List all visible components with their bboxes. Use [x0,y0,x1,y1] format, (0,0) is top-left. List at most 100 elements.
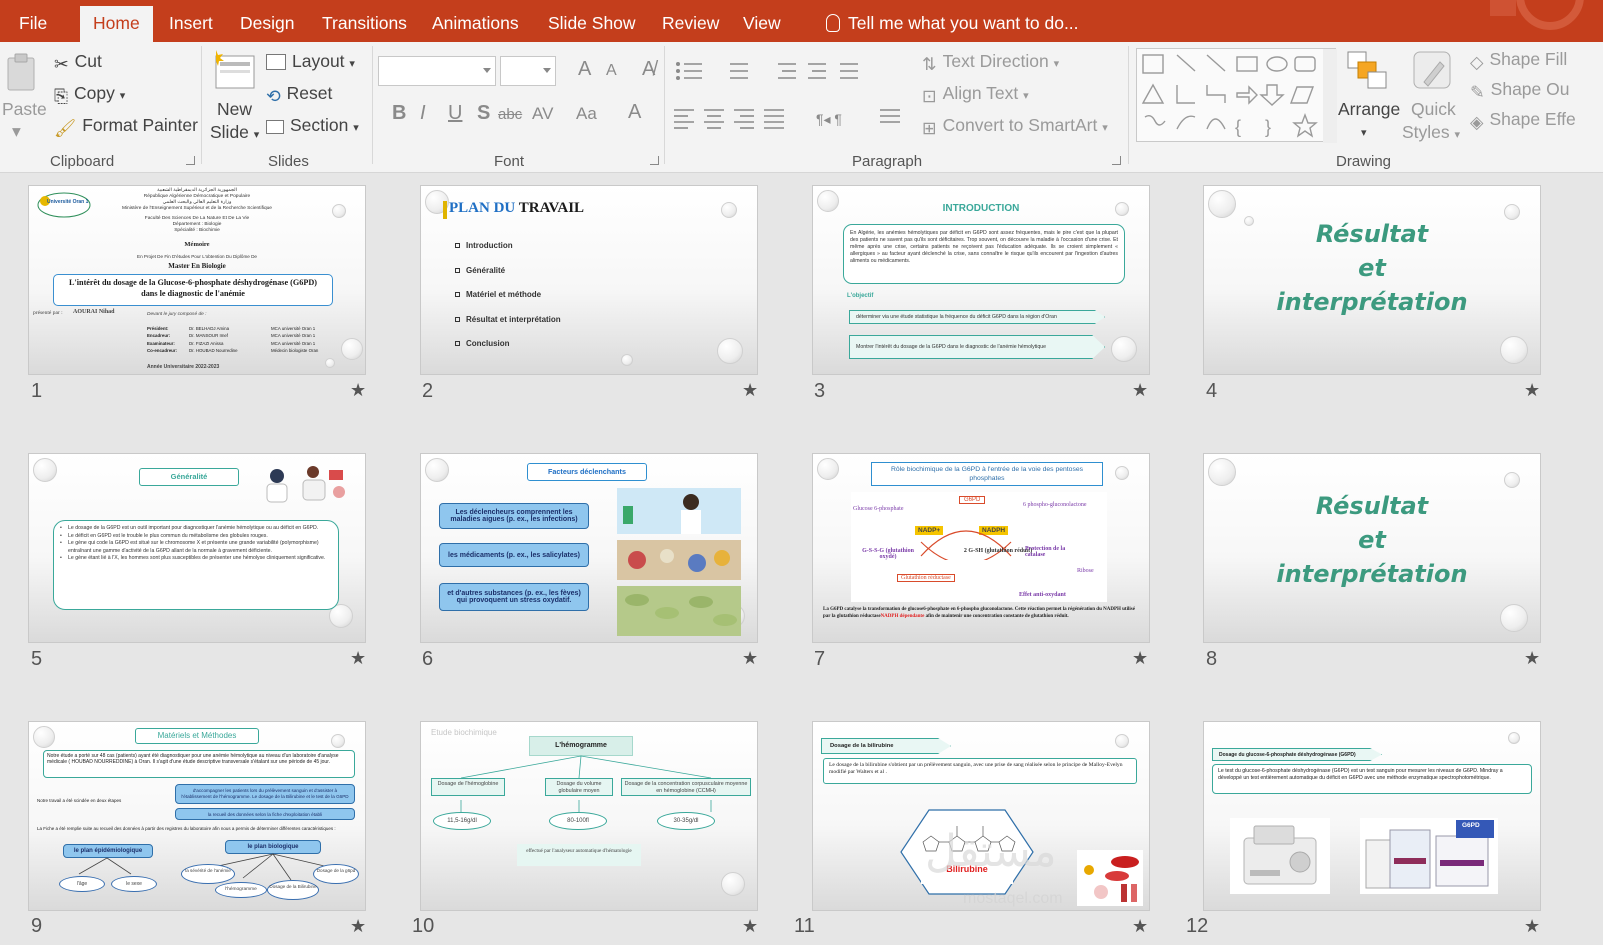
text-direction-button[interactable]: ⇅ Text Direction ▾ [922,50,1059,75]
change-case-button[interactable]: Aa [576,104,597,124]
font-family-combo[interactable] [378,56,496,86]
strikethrough-button[interactable]: abc [498,106,522,123]
copy-button[interactable]: ⎘ Copy ▾ [54,82,125,107]
layout-button[interactable]: Layout ▾ [266,50,355,75]
tab-review[interactable]: Review [662,8,719,38]
bullet-item: • Le gène étant lié à l'X, les hommes son… [60,555,326,562]
slide-thumbnail-2[interactable]: PLAN DU TRAVAIL Introduction Généralité … [420,185,758,375]
bullet-item: • Le dosage de la G6PD est un outil impor… [60,525,319,531]
animation-star-icon[interactable]: ★ [1132,916,1148,937]
author-name: AOURAI Nihad [73,309,115,315]
slide-thumbnail-10[interactable]: Etude biochimique L'hémogramme Dosage de… [420,721,758,911]
slide-thumbnail-6[interactable]: Facteurs déclenchants Les déclencheurs c… [420,453,758,643]
paste-dropdown-icon[interactable]: ▾ [12,120,21,142]
bubble-decoration [1208,458,1236,486]
reset-button[interactable]: ⟲ Reset [266,82,332,107]
shape-outline-button[interactable]: ✎ Shape Ou [1470,78,1569,103]
underline-button[interactable]: U [448,102,462,125]
font-color-button[interactable]: A [628,101,641,124]
shrink-font-button[interactable]: A [606,62,617,80]
animation-star-icon[interactable]: ★ [1524,916,1540,937]
animation-star-icon[interactable]: ★ [1132,648,1148,669]
shape-fill-button[interactable]: ◇ Shape Fill [1470,48,1567,73]
shape-effects-button[interactable]: ◈ Shape Effe [1470,108,1576,133]
jury-affiliation: MCA université Oran 1 [271,326,316,331]
paragraph-dialog-launcher[interactable] [1112,156,1121,165]
new-slide-dropdown[interactable]: Slide ▾ [210,121,259,146]
paste-button[interactable]: Paste [2,98,47,120]
slide-thumbnail-11[interactable]: Dosage de la bilirubine Le dosage de la … [812,721,1150,911]
new-slide-button[interactable]: New [217,98,252,120]
diagram-label: G6PD [959,496,986,504]
animation-star-icon[interactable]: ★ [350,380,366,401]
italic-button[interactable]: I [420,102,426,125]
arrange-dropdown-icon[interactable]: ▾ [1361,122,1367,144]
slide-thumbnail-4[interactable]: Résultat et interprétation [1203,185,1541,375]
tab-animations[interactable]: Animations [432,8,519,38]
animation-star-icon[interactable]: ★ [742,380,758,401]
bilirubine-paragraph: Le dosage de la bilirubine s'obtient par… [823,758,1137,784]
slide-thumbnail-5[interactable]: Généralité • Le dosage de la G6PD est un … [28,453,366,643]
character-spacing-button[interactable]: AV [532,104,553,124]
plan-node: l'âge [59,876,105,892]
diagram-label: Glucose 6-phosphate [853,506,904,512]
shape-gallery[interactable]: {} [1136,48,1337,143]
tab-file[interactable]: File [19,8,47,38]
slide-thumbnail-12[interactable]: Dosage du glucose-6-phosphate déshydrogé… [1203,721,1541,911]
analyzer-machine-icon [1230,818,1330,894]
format-painter-label: Format Painter [82,115,198,135]
scissors-icon: ✂ [54,54,69,74]
clipboard-group-label: Clipboard [50,153,115,170]
bold-button[interactable]: B [392,102,406,125]
result-title-line: et [1358,254,1386,282]
tab-design[interactable]: Design [240,8,294,38]
text-shadow-button[interactable]: S [477,102,490,125]
animation-star-icon[interactable]: ★ [1524,380,1540,401]
grow-font-button[interactable]: A [578,58,591,81]
animation-star-icon[interactable]: ★ [742,916,758,937]
plan-node: Dosage de la Bilirubine [267,880,319,900]
format-painter-button[interactable]: 🖌 Format Painter [54,114,198,139]
animation-star-icon[interactable]: ★ [350,648,366,669]
convert-smartart-button[interactable]: ⊞ Convert to SmartArt ▾ [922,114,1108,139]
reset-label: Reset [286,83,333,103]
tab-view[interactable]: View [743,8,781,38]
slide-thumbnail-1[interactable]: Université Oran 1 الجمهورية الجزائرية ال… [28,185,366,375]
ribbon-tab-bar: File Home Insert Design Transitions Anim… [0,0,1603,42]
copy-label: Copy [74,83,115,103]
objectif-1: déterminer via une étude statistique la … [849,310,1105,324]
font-dialog-launcher[interactable] [650,156,659,165]
jury-name: Dr. MANSOUR Imef [189,333,229,339]
animation-star-icon[interactable]: ★ [1524,648,1540,669]
tab-slide-show[interactable]: Slide Show [548,8,636,38]
cut-button[interactable]: ✂ Cut [54,50,102,75]
tell-me-search[interactable]: Tell me what you want to do... [826,8,1079,38]
clipboard-dialog-launcher[interactable] [186,156,195,165]
paste-icon [7,53,35,91]
animation-star-icon[interactable]: ★ [1132,380,1148,401]
arrange-button[interactable]: Arrange [1338,98,1400,120]
font-size-combo[interactable] [500,56,556,86]
plan-list: Introduction Généralité Matériel et méth… [455,234,561,357]
slide-number: 9 [31,915,43,937]
master-line: Master En Biologie [168,262,226,270]
slide-sorter: Université Oran 1 الجمهورية الجزائرية ال… [0,174,1603,945]
slide-thumbnail-9[interactable]: Matériels et Méthodes Notre étude a port… [28,721,366,911]
tab-home[interactable]: Home [80,6,153,42]
slide-thumbnail-7[interactable]: Rôle biochimique de la G6PD à l'entrée d… [812,453,1150,643]
quick-styles-button[interactable]: Quick [1411,98,1456,120]
clear-formatting-icon[interactable]: A̸ [642,58,655,81]
align-text-button[interactable]: ⊡ Align Text ▾ [922,82,1029,107]
ribbon: Paste ▾ ✂ Cut ⎘ Copy ▾ 🖌 Format Painter Cli… [0,42,1603,173]
blood-cells-icon [1077,850,1143,906]
slide-thumbnail-8[interactable]: Résultat et interprétation [1203,453,1541,643]
jury-role: Co-encadreur: [147,348,178,354]
slide-thumbnail-3[interactable]: INTRODUCTION En Algérie, les anémies hém… [812,185,1150,375]
tab-transitions[interactable]: Transitions [322,8,407,38]
animation-star-icon[interactable]: ★ [742,648,758,669]
section-button[interactable]: Section ▾ [266,114,359,139]
tab-insert[interactable]: Insert [169,8,213,38]
paragraph-group-label: Paragraph [852,153,923,170]
animation-star-icon[interactable]: ★ [350,916,366,937]
quick-styles-dropdown[interactable]: Styles ▾ [1402,121,1460,146]
